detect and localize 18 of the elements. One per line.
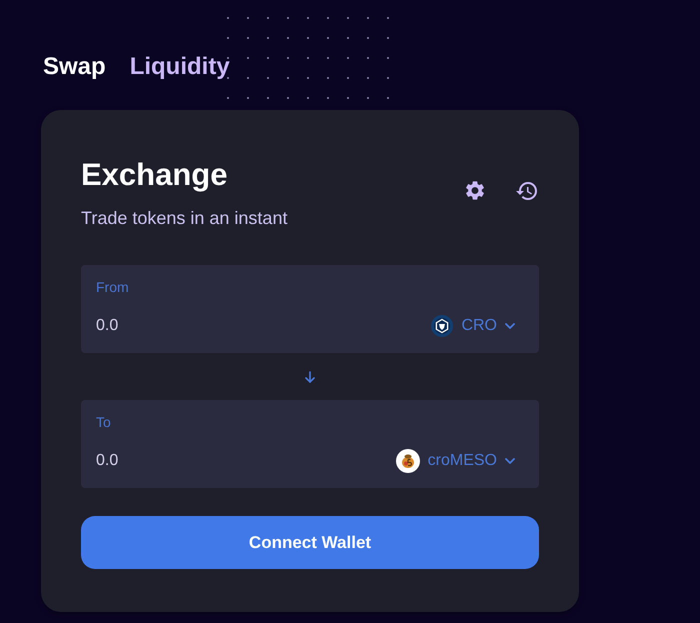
token-select-button[interactable]: croMESO xyxy=(396,449,515,473)
arrow-down-icon[interactable] xyxy=(304,370,316,382)
chevron-down-icon xyxy=(505,458,515,464)
nav-tab[interactable]: Liquidity xyxy=(130,52,230,81)
token-logo-icon xyxy=(396,449,420,473)
token-select-button[interactable]: CRO xyxy=(431,314,515,338)
history-icon[interactable] xyxy=(516,182,537,200)
chevron-down-icon xyxy=(505,323,515,329)
field-label: From xyxy=(96,279,129,296)
card-subtitle: Trade tokens in an instant xyxy=(81,207,288,229)
settings-icon[interactable] xyxy=(466,181,484,200)
amount-input[interactable]: 0.0 xyxy=(96,449,384,473)
card-title: Exchange xyxy=(81,156,228,193)
field-label: To xyxy=(96,414,111,431)
nav-tab[interactable]: Swap xyxy=(43,52,106,81)
connect-wallet-button[interactable]: Connect Wallet xyxy=(81,516,539,569)
amount-input[interactable]: 0.0 xyxy=(96,314,420,338)
token-logo-icon xyxy=(431,315,454,337)
